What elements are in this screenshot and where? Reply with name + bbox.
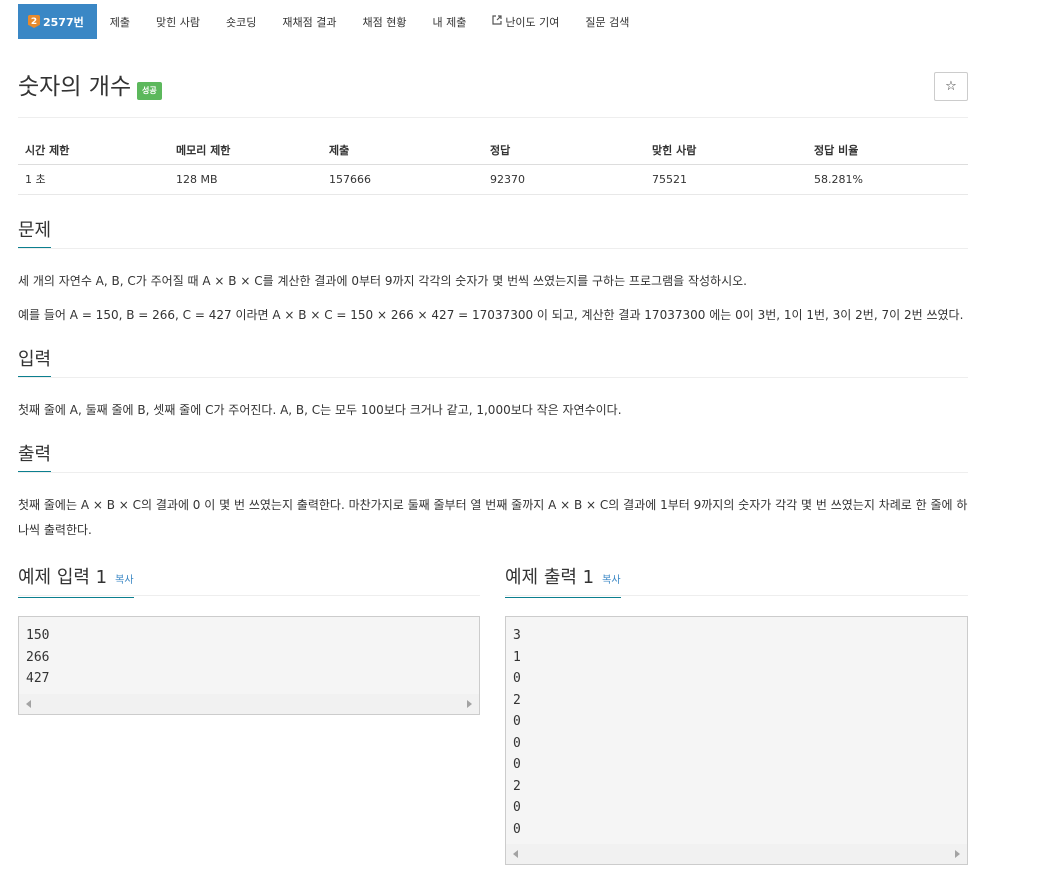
output-heading-row: 출력 — [18, 443, 968, 473]
output-section: 출력 첫째 줄에는 A × B × C의 결과에 0 이 몇 번 쓰였는지 출력… — [18, 443, 968, 543]
sample-line: 2 — [513, 692, 521, 708]
header-accepted: 정답 — [483, 137, 645, 165]
tier-badge-icon: 2 — [28, 15, 40, 28]
sample-line: 0 — [513, 714, 521, 729]
scroll-right-arrow-icon[interactable] — [467, 699, 472, 708]
tab-difficulty-label: 난이도 기여 — [505, 15, 560, 29]
sample-input-heading: 예제 입력 1 복사 — [18, 566, 134, 598]
sample-line: 0 — [513, 671, 521, 686]
problem-description-2: 예를 들어 A = 150, B = 266, C = 427 이라면 A × … — [18, 308, 964, 322]
value-solvers: 75521 — [645, 164, 807, 195]
sample-line: 0 — [513, 800, 521, 815]
input-heading-row: 입력 — [18, 348, 968, 378]
value-accepted: 92370 — [483, 164, 645, 195]
value-time-limit: 1 초 — [18, 164, 169, 195]
sample-output-box[interactable]: 3 1 0 2 0 0 0 2 0 0 — [505, 616, 968, 865]
value-submissions: 157666 — [322, 164, 483, 195]
problem-description-1: 세 개의 자연수 A, B, C가 주어질 때 A × B × C를 계산한 결… — [18, 274, 747, 288]
copy-output-link[interactable]: 복사 — [602, 575, 620, 586]
sample-line: 1 — [513, 649, 521, 665]
scroll-left-arrow-icon[interactable] — [513, 850, 518, 858]
sample-line: 3 — [513, 628, 521, 643]
sample-line: 266 — [26, 649, 50, 665]
problem-section: 문제 세 개의 자연수 A, B, C가 주어질 때 A × B × C를 계산… — [18, 219, 968, 328]
sample-output-heading-row: 예제 출력 1 복사 — [505, 566, 968, 598]
tab-questions[interactable]: 질문 검색 — [572, 4, 642, 39]
table-row: 1 초 128 MB 157666 92370 75521 58.281% — [18, 164, 968, 195]
tab-submit[interactable]: 제출 — [97, 4, 143, 39]
problem-nav: 2 2577번 제출 맞힌 사람 숏코딩 재채점 결과 채점 현황 내 제출 난… — [18, 4, 642, 39]
sample-input-scrollbar[interactable] — [19, 693, 479, 714]
status-badge: 성공 — [137, 82, 162, 100]
tab-difficulty[interactable]: 난이도 기여 — [479, 4, 572, 39]
header-memory-limit: 메모리 제한 — [169, 137, 322, 165]
output-description: 첫째 줄에는 A × B × C의 결과에 0 이 몇 번 쓰였는지 출력한다.… — [18, 498, 968, 537]
tab-my-submissions[interactable]: 내 제출 — [419, 4, 479, 39]
input-section: 입력 첫째 줄에 A, 둘째 줄에 B, 셋째 줄에 C가 주어진다. A, B… — [18, 348, 968, 423]
header-time-limit: 시간 제한 — [18, 137, 169, 165]
problem-info-table: 시간 제한 메모리 제한 제출 정답 맞힌 사람 정답 비율 1 초 128 M… — [18, 137, 968, 195]
input-description: 첫째 줄에 A, 둘째 줄에 B, 셋째 줄에 C가 주어진다. A, B, C… — [18, 403, 622, 417]
sample-input-lines: 150 266 427 — [19, 617, 479, 694]
sample-input-box[interactable]: 150 266 427 — [18, 616, 480, 715]
sample-input-panel: 예제 입력 1 복사 150 266 427 — [18, 566, 480, 715]
title-row: 숫자의 개수 성공 ☆ — [18, 72, 968, 118]
star-icon: ☆ — [945, 79, 957, 94]
problem-heading-row: 문제 — [18, 219, 968, 249]
scroll-right-arrow-icon[interactable] — [955, 850, 960, 858]
scroll-left-arrow-icon[interactable] — [26, 699, 31, 708]
page-title: 숫자의 개수 — [18, 74, 132, 100]
sample-output-heading: 예제 출력 1 복사 — [505, 566, 621, 598]
value-ratio: 58.281% — [807, 164, 968, 195]
star-button[interactable]: ☆ — [934, 72, 968, 101]
value-memory-limit: 128 MB — [169, 164, 322, 195]
sample-output-lines: 3 1 0 2 0 0 0 2 0 0 — [506, 617, 967, 844]
sample-line: 2 — [513, 778, 521, 794]
header-ratio: 정답 비율 — [807, 137, 968, 165]
input-heading: 입력 — [18, 348, 52, 377]
output-heading: 출력 — [18, 443, 52, 472]
tab-solvers[interactable]: 맞힌 사람 — [143, 4, 213, 39]
sample-output-scrollbar[interactable] — [506, 844, 967, 864]
sample-output-title: 예제 출력 1 — [505, 567, 595, 588]
sample-line: 150 — [26, 628, 50, 643]
copy-input-link[interactable]: 복사 — [115, 575, 133, 586]
header-solvers: 맞힌 사람 — [645, 137, 807, 165]
sample-output-panel: 예제 출력 1 복사 3 1 0 2 0 0 0 2 0 0 — [505, 566, 968, 865]
sample-input-heading-row: 예제 입력 1 복사 — [18, 566, 480, 598]
table-header-row: 시간 제한 메모리 제한 제출 정답 맞힌 사람 정답 비율 — [18, 137, 968, 165]
sample-line: 0 — [513, 821, 521, 837]
external-link-icon — [492, 15, 502, 28]
tab-problem[interactable]: 2 2577번 — [18, 4, 97, 39]
tab-status[interactable]: 채점 현황 — [349, 4, 419, 39]
sample-line: 0 — [513, 757, 521, 772]
problem-heading: 문제 — [18, 219, 52, 248]
sample-line: 427 — [26, 671, 50, 686]
tab-rejudge[interactable]: 재채점 결과 — [269, 4, 349, 39]
tab-problem-label: 2577번 — [43, 15, 84, 29]
tab-short-coding[interactable]: 숏코딩 — [213, 4, 269, 39]
sample-input-title: 예제 입력 1 — [18, 567, 108, 588]
header-submissions: 제출 — [322, 137, 483, 165]
sample-line: 0 — [513, 735, 521, 751]
